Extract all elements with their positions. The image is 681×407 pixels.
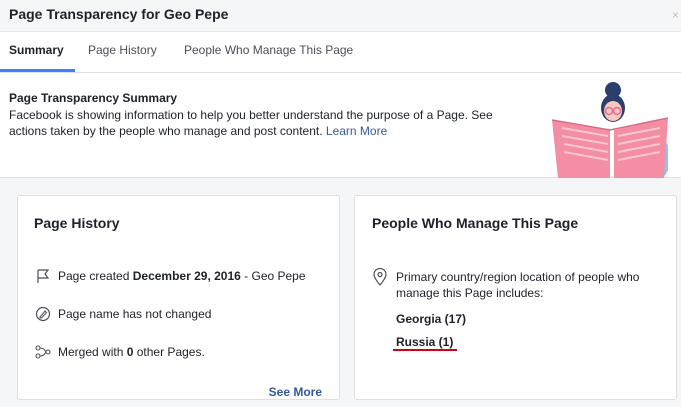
country-georgia: Georgia (17)	[396, 312, 467, 326]
content-area: Page History Page created December 29, 2…	[0, 178, 681, 407]
page-history-card: Page History Page created December 29, 2…	[17, 195, 340, 400]
name-change-text: Page name has not changed	[58, 307, 212, 321]
tab-page-history[interactable]: Page History	[88, 43, 157, 57]
merged-prefix: Merged with	[58, 345, 124, 359]
created-prefix: Page created	[58, 269, 130, 283]
close-icon[interactable]: ×	[672, 8, 679, 22]
merged-suffix: other Pages.	[136, 345, 205, 359]
flag-icon	[34, 267, 52, 285]
active-tab-indicator	[0, 69, 75, 72]
created-date: December 29, 2016	[132, 269, 241, 283]
see-more-link[interactable]: See More	[269, 385, 322, 399]
summary-description: Facebook is showing information to help …	[9, 107, 529, 139]
managers-title: People Who Manage This Page	[372, 215, 579, 231]
tab-bar: Summary Page History People Who Manage T…	[0, 32, 681, 73]
learn-more-link[interactable]: Learn More	[326, 124, 387, 138]
page-name-row: Page name has not changed	[34, 305, 211, 323]
merge-icon	[34, 343, 52, 361]
tab-summary[interactable]: Summary	[9, 43, 64, 57]
page-created-row: Page created December 29, 2016 - Geo Pep…	[34, 267, 306, 285]
summary-heading: Page Transparency Summary	[9, 91, 178, 105]
summary-text: Facebook is showing information to help …	[9, 108, 493, 138]
edit-icon	[34, 305, 52, 323]
managers-card: People Who Manage This Page Primary coun…	[354, 195, 677, 400]
location-pin-icon	[372, 267, 390, 286]
location-description: Primary country/region location of peopl…	[396, 270, 640, 300]
created-suffix: - Geo Pepe	[244, 269, 306, 283]
reading-person-illustration	[551, 82, 668, 178]
merged-row: Merged with 0 other Pages.	[34, 343, 205, 361]
tab-people-who-manage[interactable]: People Who Manage This Page	[184, 43, 353, 57]
country-russia: Russia (1)	[396, 335, 454, 349]
page-history-title: Page History	[34, 215, 120, 231]
dialog-title: Page Transparency for Geo Pepe	[9, 6, 229, 22]
dialog-titlebar: Page Transparency for Geo Pepe ×	[0, 0, 681, 32]
merged-count: 0	[126, 345, 134, 359]
highlight-underline	[393, 349, 457, 351]
